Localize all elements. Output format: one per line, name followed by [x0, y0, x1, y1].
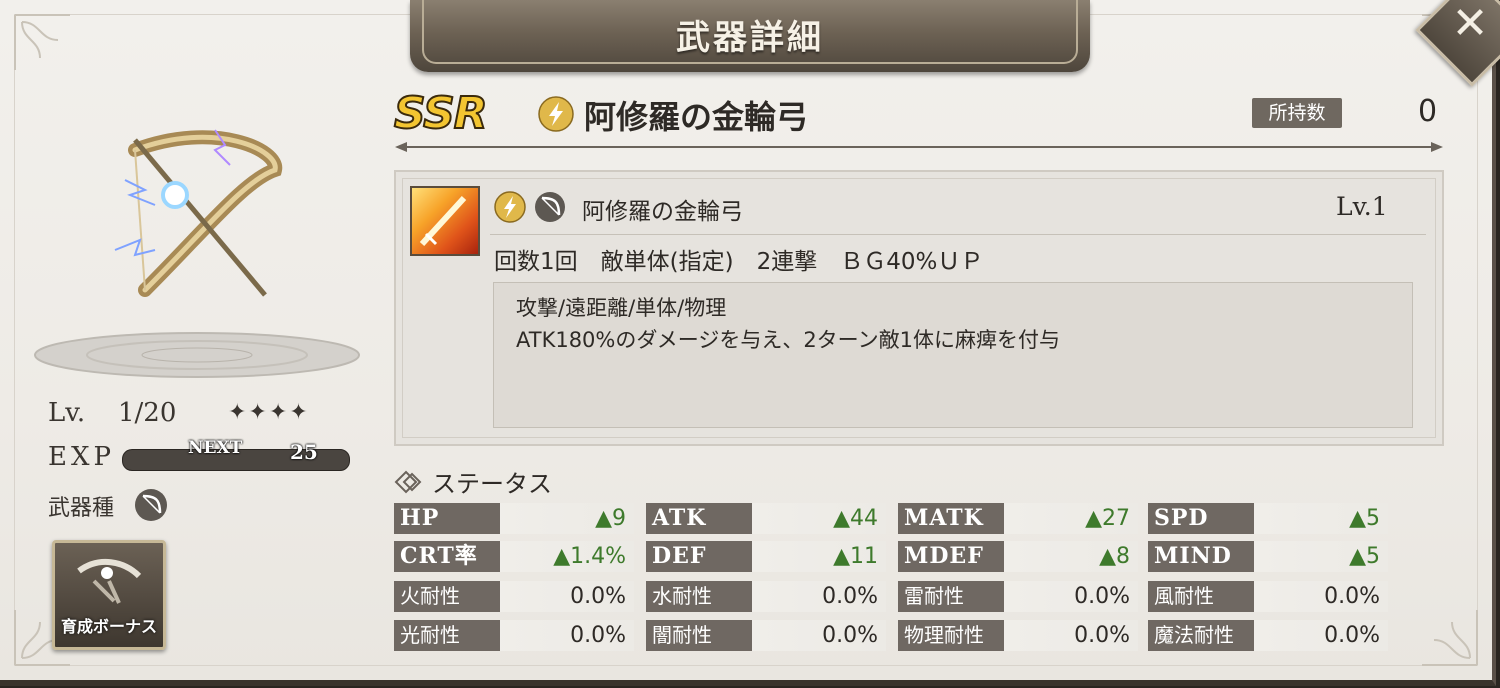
stat-value: ▲44 — [833, 506, 878, 531]
owned-count-value: 0 — [1418, 94, 1438, 129]
growth-bonus-button[interactable]: 育成ボーナス — [52, 540, 166, 650]
stat-label: MIND — [1148, 541, 1254, 572]
level-label: Lv. — [48, 398, 86, 428]
stat-cell: 光耐性 0.0% — [394, 620, 634, 651]
stat-label: 風耐性 — [1148, 581, 1254, 612]
stat-value: 0.0% — [570, 584, 626, 609]
stat-label: MDEF — [898, 541, 1004, 572]
lightning-icon — [494, 191, 526, 223]
corner-ornament — [14, 14, 70, 70]
stat-label: ATK — [646, 503, 752, 534]
weapon-image — [114, 129, 283, 297]
stat-cell: 闇耐性 0.0% — [646, 620, 886, 651]
growth-bonus-label: 育成ボーナス — [60, 617, 157, 636]
skill-name: 阿修羅の金輪弓 — [582, 199, 743, 225]
stat-label: 雷耐性 — [898, 581, 1004, 612]
close-icon[interactable]: ✕ — [1440, 0, 1500, 54]
lightning-icon — [538, 96, 574, 132]
next-label: NEXT — [188, 438, 243, 458]
level-value: 1/20 — [118, 398, 177, 428]
stat-cell: 魔法耐性 0.0% — [1148, 620, 1388, 651]
stat-cell: 雷耐性 0.0% — [898, 581, 1138, 612]
stat-value: ▲9 — [595, 506, 626, 531]
growth-bonus-icon — [77, 558, 142, 604]
stat-label: 闇耐性 — [646, 620, 752, 651]
skill-separator — [490, 234, 1426, 235]
stat-label: DEF — [646, 541, 752, 572]
stat-label: SPD — [1148, 503, 1254, 534]
skill-summary: 回数1回 敵単体(指定) 2連撃 ＢＧ40%ＵＰ — [494, 249, 984, 275]
stat-cell: SPD ▲5 — [1148, 503, 1388, 534]
stat-cell: 物理耐性 0.0% — [898, 620, 1138, 651]
status-title: ステータス — [432, 470, 552, 498]
stat-label: 魔法耐性 — [1148, 620, 1254, 651]
stat-label: 火耐性 — [394, 581, 500, 612]
stat-label: CRT率 — [394, 541, 500, 572]
stat-cell: 風耐性 0.0% — [1148, 581, 1388, 612]
header-banner: 武器詳細 — [410, 0, 1090, 72]
stat-label: MATK — [898, 503, 1004, 534]
stat-label: 水耐性 — [646, 581, 752, 612]
stat-value: 0.0% — [1324, 584, 1380, 609]
skill-level: Lv.1 — [1336, 192, 1388, 221]
stat-value: ▲8 — [1099, 544, 1130, 569]
stat-value: 0.0% — [1324, 623, 1380, 648]
stat-label: 光耐性 — [394, 620, 500, 651]
corner-ornament — [1422, 610, 1478, 666]
stat-cell: HP ▲9 — [394, 503, 634, 534]
stat-label: HP — [394, 503, 500, 534]
stat-value: ▲11 — [833, 544, 878, 569]
stat-value: 0.0% — [822, 623, 878, 648]
status-emblem-icon — [394, 470, 422, 494]
stat-cell: 火耐性 0.0% — [394, 581, 634, 612]
stat-label: 物理耐性 — [898, 620, 1004, 651]
stat-cell: 水耐性 0.0% — [646, 581, 886, 612]
skill-description-text: ATK180%のダメージを与え、2ターン敵1体に麻痺を付与 — [516, 328, 1060, 352]
exp-label: EXP — [48, 442, 115, 472]
next-exp-value: 25 — [290, 440, 318, 464]
bow-icon — [135, 489, 167, 521]
weapon-pedestal — [34, 332, 360, 378]
stat-value: ▲5 — [1349, 506, 1380, 531]
rarity-badge: SSR — [393, 87, 489, 140]
stat-cell: MATK ▲27 — [898, 503, 1138, 534]
stat-value: ▲27 — [1085, 506, 1130, 531]
section-divider — [395, 142, 1443, 152]
stat-value: 0.0% — [570, 623, 626, 648]
stat-cell: MDEF ▲8 — [898, 541, 1138, 572]
stat-value: ▲5 — [1349, 544, 1380, 569]
stat-value: 0.0% — [1074, 584, 1130, 609]
stat-value: ▲1.4% — [553, 544, 626, 569]
stat-cell: DEF ▲11 — [646, 541, 886, 572]
skill-icon[interactable] — [410, 186, 480, 256]
stat-value: 0.0% — [1074, 623, 1130, 648]
stat-cell: MIND ▲5 — [1148, 541, 1388, 572]
weapon-name: 阿修羅の金輪弓 — [584, 98, 809, 136]
stat-cell: CRT率 ▲1.4% — [394, 541, 634, 572]
skill-description-tags: 攻撃/遠距離/単体/物理 — [516, 296, 727, 320]
weapon-type-label: 武器種 — [48, 496, 115, 521]
rank-stars: ✦✦✦✦ — [228, 400, 310, 425]
stat-cell: ATK ▲44 — [646, 503, 886, 534]
page-title: 武器詳細 — [676, 18, 824, 58]
owned-count-label: 所持数 — [1252, 98, 1342, 128]
bow-icon — [535, 192, 565, 222]
stat-value: 0.0% — [822, 584, 878, 609]
sword-slash-icon — [419, 195, 467, 247]
